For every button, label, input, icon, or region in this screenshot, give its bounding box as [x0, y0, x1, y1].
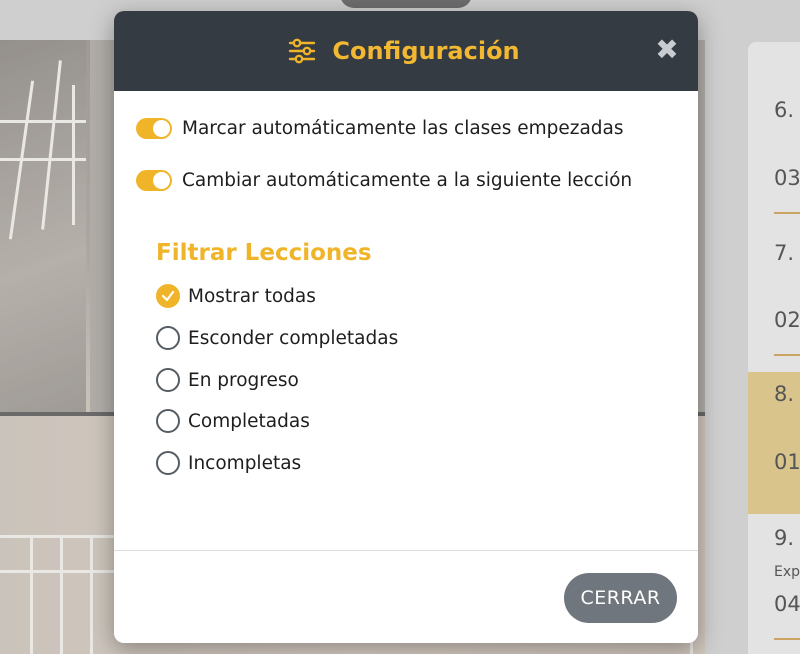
filter-option-incomplete[interactable]: Incompletas [156, 451, 301, 475]
radio[interactable] [156, 326, 180, 350]
radio-label: Incompletas [188, 452, 302, 474]
radio[interactable] [156, 451, 180, 475]
radio-label: Completadas [188, 410, 310, 432]
auto-mark-started-toggle-row[interactable]: Marcar automáticamente las clases empeza… [136, 118, 624, 139]
settings-modal: Configuración ✖ Marcar automáticamente l… [114, 11, 698, 643]
radio-label: Esconder completadas [188, 327, 399, 349]
filter-option-hide-completed[interactable]: Esconder completadas [156, 326, 398, 350]
radio-label: En progreso [188, 369, 299, 391]
radio-checked[interactable] [156, 284, 180, 308]
filter-option-completed[interactable]: Completadas [156, 409, 310, 433]
filter-option-show-all[interactable]: Mostrar todas [156, 284, 316, 308]
sliders-icon [289, 38, 316, 64]
radio[interactable] [156, 368, 180, 392]
radio[interactable] [156, 409, 180, 433]
radio-label: Mostrar todas [188, 285, 316, 307]
auto-next-lesson-toggle[interactable] [136, 170, 172, 191]
toggle-label: Cambiar automáticamente a la siguiente l… [182, 170, 633, 191]
filter-section-title: Filtrar Lecciones [156, 240, 372, 266]
close-button[interactable]: CERRAR [564, 573, 677, 623]
footer-divider [114, 550, 698, 551]
modal-header: Configuración ✖ [114, 11, 698, 91]
modal-title: Configuración [332, 37, 520, 65]
toggle-label: Marcar automáticamente las clases empeza… [182, 118, 624, 139]
auto-next-lesson-toggle-row[interactable]: Cambiar automáticamente a la siguiente l… [136, 170, 632, 191]
close-icon[interactable]: ✖ [654, 36, 680, 64]
filter-option-in-progress[interactable]: En progreso [156, 368, 299, 392]
auto-mark-started-toggle[interactable] [136, 118, 172, 139]
check-icon [161, 290, 175, 302]
